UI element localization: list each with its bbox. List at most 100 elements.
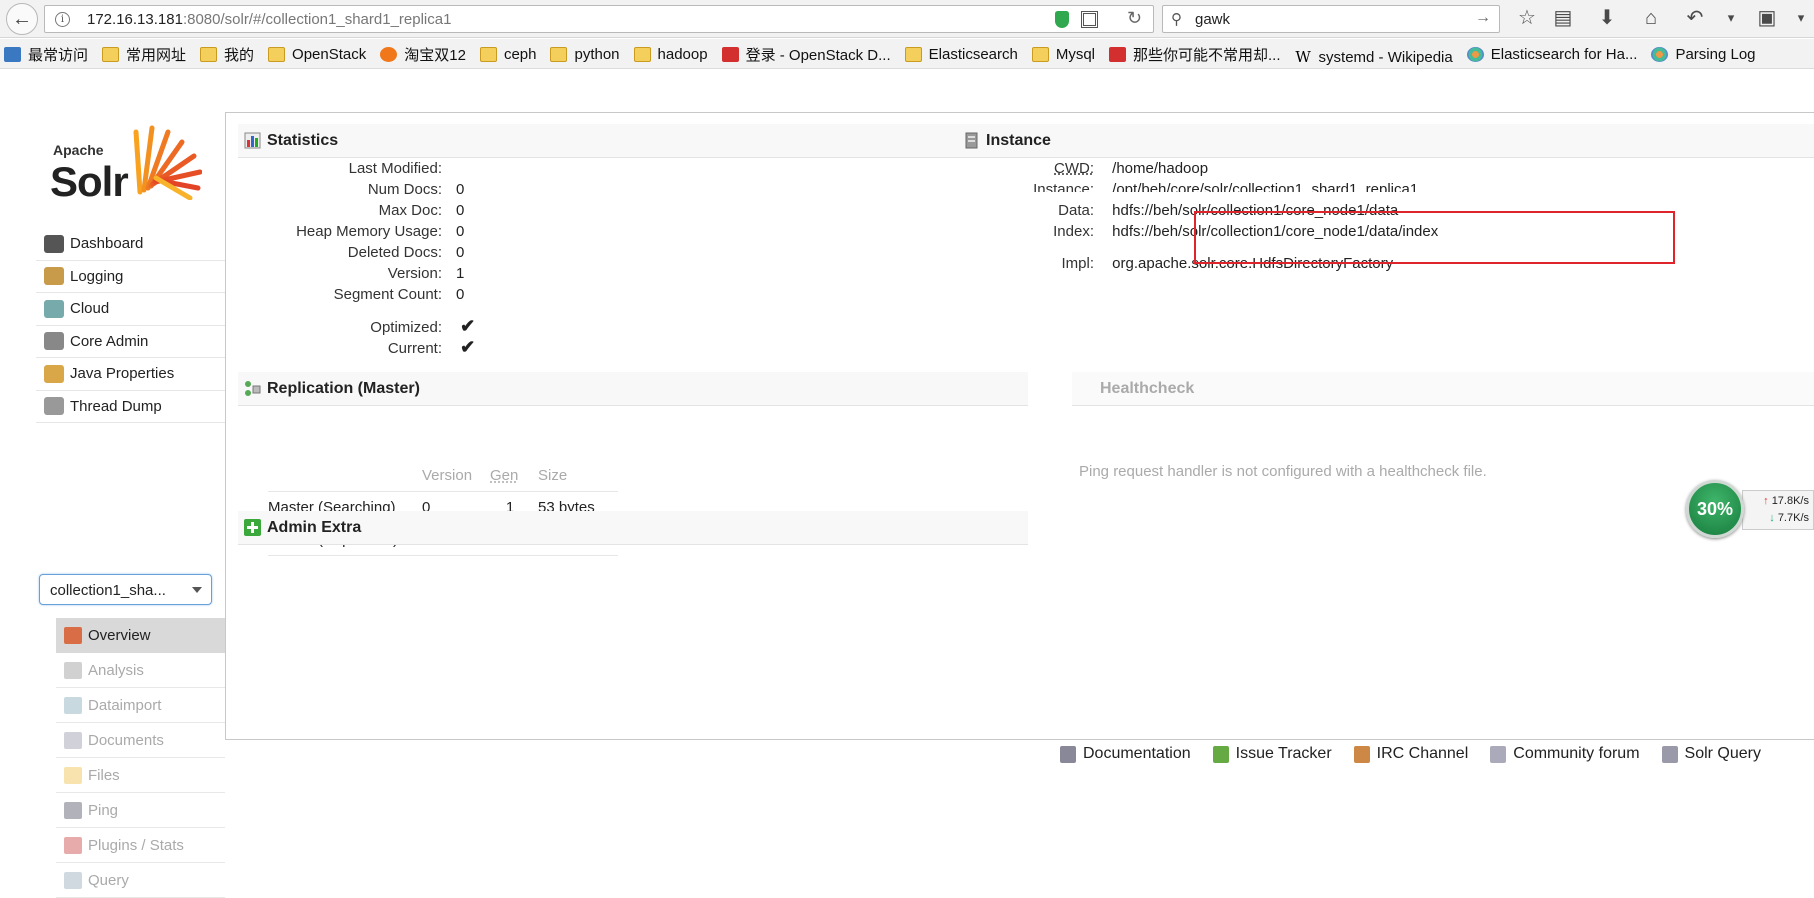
back-button[interactable]: ← — [6, 3, 38, 35]
core-menu-item-dataimport[interactable]: Dataimport — [56, 688, 225, 723]
bookmark-star-icon[interactable]: ☆ — [1514, 6, 1540, 30]
folder-icon — [1031, 46, 1049, 62]
java-icon — [44, 364, 64, 383]
folder-icon — [200, 46, 218, 62]
qr-code-icon[interactable] — [1081, 11, 1098, 28]
nav-item-dashboard[interactable]: Dashboard — [36, 228, 225, 261]
address-bar[interactable]: i 172.16.13.181:8080/solr/#/collection1_… — [44, 5, 1154, 33]
nav-item-cloud[interactable]: Cloud — [36, 293, 225, 326]
menu-dropdown-icon[interactable]: ▾ — [1718, 6, 1744, 30]
browser-toolbar: ← i 172.16.13.181:8080/solr/#/collection… — [0, 0, 1814, 38]
download-icon[interactable]: ⬇ — [1594, 6, 1620, 30]
core-menu-item-documents[interactable]: Documents — [56, 723, 225, 758]
core-selector[interactable]: collection1_sha... — [39, 574, 212, 605]
analysis-icon — [64, 661, 82, 679]
reload-icon[interactable]: ↻ — [1127, 8, 1142, 29]
core-menu-item-query[interactable]: Query — [56, 863, 225, 898]
footer-link-label: IRC Channel — [1376, 745, 1469, 762]
url-text[interactable]: 172.16.13.181:8080/solr/#/collection1_sh… — [87, 11, 451, 28]
nav-item-java-properties[interactable]: Java Properties — [36, 358, 225, 391]
solr-query-icon — [1661, 745, 1678, 763]
bookmark-label: 最常访问 — [28, 46, 89, 64]
healthcheck-header: Healthcheck — [1072, 372, 1814, 406]
search-go-icon[interactable]: → — [1475, 9, 1491, 27]
footer-links: Documentation Issue Tracker IRC Channel Com… — [1060, 745, 1783, 768]
bookmark-label: Elasticsearch for Ha... — [1490, 45, 1638, 63]
instance-row: Instance: /opt/beh/core/solr/collection1… — [994, 178, 1418, 192]
documents-icon — [64, 731, 82, 749]
bookmark-item[interactable]: Wsystemd - Wikipedia — [1295, 42, 1452, 68]
bookmark-item[interactable]: 常用网址 — [102, 39, 186, 68]
footer-link-solr-query[interactable]: Solr Query — [1661, 745, 1761, 763]
bookmark-item[interactable]: python — [550, 39, 620, 68]
core-menu-item-plugins-stats[interactable]: Plugins / Stats — [56, 828, 225, 863]
ping-icon — [64, 801, 82, 819]
nav-item-label: Thread Dump — [70, 397, 162, 415]
upload-speed: 17.8K/s — [1771, 495, 1809, 507]
shield-icon[interactable] — [1055, 11, 1069, 28]
site-info-icon[interactable]: i — [55, 12, 70, 27]
core-menu-item-overview[interactable]: Overview — [56, 618, 225, 653]
bookmark-item[interactable]: Mysql — [1031, 39, 1095, 68]
crop-icon[interactable]: ▣ — [1754, 6, 1780, 30]
home-icon[interactable]: ⌂ — [1638, 6, 1664, 30]
bookmark-item[interactable]: Parsing Log — [1651, 39, 1756, 68]
stat-label: Segment Count: — [333, 286, 442, 303]
bookmark-item[interactable]: 淘宝双12 — [380, 39, 466, 68]
core-admin-icon — [44, 332, 64, 351]
overflow-dropdown-icon[interactable]: ▾ — [1788, 6, 1814, 30]
chevron-down-icon — [192, 587, 202, 593]
undo-icon[interactable]: ↶ — [1682, 6, 1708, 30]
admin-extra-header[interactable]: Admin Extra — [238, 511, 1028, 545]
favicon-icon — [380, 46, 398, 62]
search-input[interactable]: gawk — [1195, 11, 1230, 28]
network-speed-widget[interactable]: ↑ 17.8K/s ↓ 7.7K/s 30% — [1686, 480, 1814, 538]
thread-dump-icon — [44, 397, 64, 416]
favicon-icon — [721, 46, 739, 62]
logging-icon — [44, 267, 64, 286]
bookmark-item[interactable]: 最常访问 — [4, 39, 89, 68]
nav-item-label: Dashboard — [70, 235, 144, 253]
nav-item-label: Core Admin — [70, 332, 149, 350]
speed-percent[interactable]: 30% — [1686, 480, 1744, 538]
instance-header: Instance — [957, 124, 1814, 158]
core-selector-value: collection1_sha... — [50, 582, 166, 599]
replication-title: Replication (Master) — [267, 379, 420, 397]
bookmark-label: Elasticsearch — [928, 45, 1018, 63]
documentation-icon — [1060, 745, 1076, 763]
nav-item-core-admin[interactable]: Core Admin — [36, 326, 225, 358]
repl-header-gen: Gen — [490, 461, 538, 492]
bookmark-item[interactable]: 我的 — [200, 39, 254, 68]
core-menu-label: Files — [88, 766, 120, 784]
bookmark-item[interactable]: OpenStack — [268, 39, 367, 68]
footer-link-documentation[interactable]: Documentation — [1060, 745, 1191, 763]
irc-channel-icon — [1353, 745, 1370, 763]
bookmark-label: OpenStack — [292, 45, 367, 63]
bookmark-item[interactable]: Elasticsearch for Ha... — [1466, 39, 1638, 68]
reading-list-icon[interactable]: ▤ — [1550, 6, 1576, 30]
download-speed: 7.7K/s — [1777, 512, 1809, 524]
cloud-icon — [44, 299, 64, 318]
nav-item-logging[interactable]: Logging — [36, 261, 225, 293]
folder-icon — [633, 46, 651, 62]
folder-icon — [268, 46, 286, 62]
solr-logo[interactable]: Apache Solr — [50, 122, 202, 205]
footer-link-issue-tracker[interactable]: Issue Tracker — [1212, 745, 1332, 763]
footer-link-irc-channel[interactable]: IRC Channel — [1353, 745, 1469, 763]
bookmark-item[interactable]: 登录 - OpenStack D... — [721, 39, 891, 68]
core-menu-item-ping[interactable]: Ping — [56, 793, 225, 828]
dataimport-icon — [64, 696, 82, 714]
search-bar[interactable]: ⚲ gawk → — [1162, 5, 1500, 33]
nav-item-thread-dump[interactable]: Thread Dump — [36, 391, 225, 423]
main-nav: Dashboard Logging Cloud Core Admin Java Prop… — [36, 228, 225, 423]
bookmark-item[interactable]: hadoop — [633, 39, 708, 68]
healthcheck-title: Healthcheck — [1100, 379, 1195, 397]
core-menu-item-files[interactable]: Files — [56, 758, 225, 793]
favicon-icon: W — [1295, 47, 1311, 66]
bookmark-item[interactable]: ceph — [479, 39, 536, 68]
footer-link-community-forum[interactable]: Community forum — [1490, 745, 1640, 763]
expand-plus-icon[interactable] — [244, 519, 261, 536]
core-menu-item-analysis[interactable]: Analysis — [56, 653, 225, 688]
bookmark-item[interactable]: 那些你可能不常用却... — [1109, 39, 1281, 68]
bookmark-item[interactable]: Elasticsearch — [904, 39, 1018, 68]
